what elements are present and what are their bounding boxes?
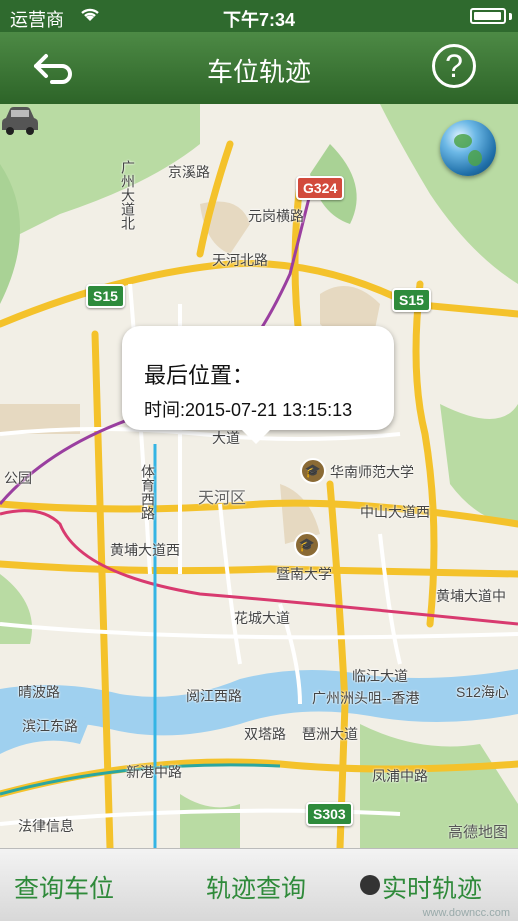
map-label: 元岗横路 — [248, 208, 304, 224]
map-label: 临江大道 — [352, 668, 408, 684]
map-label: S12海心 — [456, 684, 509, 700]
road-shield: G324 — [296, 176, 345, 200]
map-label: 华南师范大学 — [330, 464, 414, 480]
map-label: 凤浦中路 — [372, 768, 428, 784]
battery-icon — [470, 8, 506, 24]
map-label: 晴波路 — [18, 684, 60, 700]
university-poi-icon[interactable]: 🎓 — [300, 458, 326, 484]
map-label: 琶洲大道 — [302, 726, 358, 742]
map-label: 京溪路 — [168, 164, 210, 180]
map-label: 新港中路 — [126, 764, 182, 780]
popup-time: 时间:2015-07-21 13:15:13 — [144, 400, 353, 420]
map-label: 滨江东路 — [22, 718, 78, 734]
map-label: 天河北路 — [212, 252, 268, 268]
map-provider-logo: 高德地图 — [447, 824, 508, 841]
road-shield: S15 — [86, 284, 125, 308]
tab-realtime-track[interactable]: 实时轨迹 — [382, 869, 482, 905]
car-location-icon[interactable] — [0, 104, 40, 136]
map-label: 花城大道 — [234, 610, 290, 626]
tab-query-spot[interactable]: 查询车位 — [14, 869, 114, 905]
map-label: 广州大道北 — [120, 160, 136, 230]
map-label: 法律信息 — [18, 818, 74, 834]
road-shield: S15 — [392, 288, 431, 312]
map-label: 中山大道西 — [360, 504, 430, 520]
help-button[interactable]: ? — [432, 44, 476, 88]
map-label: 黄埔大道西 — [110, 542, 180, 558]
map-label: 双塔路 — [244, 726, 286, 742]
map-label: 大道 — [212, 430, 240, 446]
map-label: 暨南大学 — [276, 566, 332, 582]
nav-bar: 车位轨迹 ? — [0, 32, 518, 105]
site-watermark: www.downcc.com — [422, 907, 510, 919]
battery-tip — [509, 13, 512, 20]
map-label: 阅江西路 — [186, 688, 242, 704]
last-location-popup: 最后位置： 时间:2015-07-21 13:15:13 — [122, 326, 394, 444]
tab-track-query[interactable]: 轨迹查询 — [206, 869, 306, 905]
map-label: 天河区 — [198, 490, 247, 507]
globe-icon[interactable] — [440, 120, 496, 176]
map-view[interactable]: 京溪路 元岗横路 天河北路 大道 华南师范大学 天河区 中山大道西 黄埔大道西 … — [0, 104, 518, 848]
popup-title: 最后位置： — [144, 363, 255, 388]
map-label: 黄埔大道中 — [436, 588, 506, 604]
university-poi-icon[interactable]: 🎓 — [294, 532, 320, 558]
road-shield: S303 — [306, 802, 353, 826]
tab-bar: 查询车位 轨迹查询 实时轨迹 www.downcc.com — [0, 848, 518, 921]
realtime-toggle-dot[interactable] — [360, 875, 380, 895]
clock: 下午7:34 — [222, 10, 296, 30]
status-bar: 运营商 下午7:34 — [0, 0, 518, 32]
map-label: 广州洲头咀--香港 — [312, 690, 420, 706]
map-label: 公园 — [4, 470, 32, 486]
map-label: 体育西路 — [140, 464, 156, 520]
